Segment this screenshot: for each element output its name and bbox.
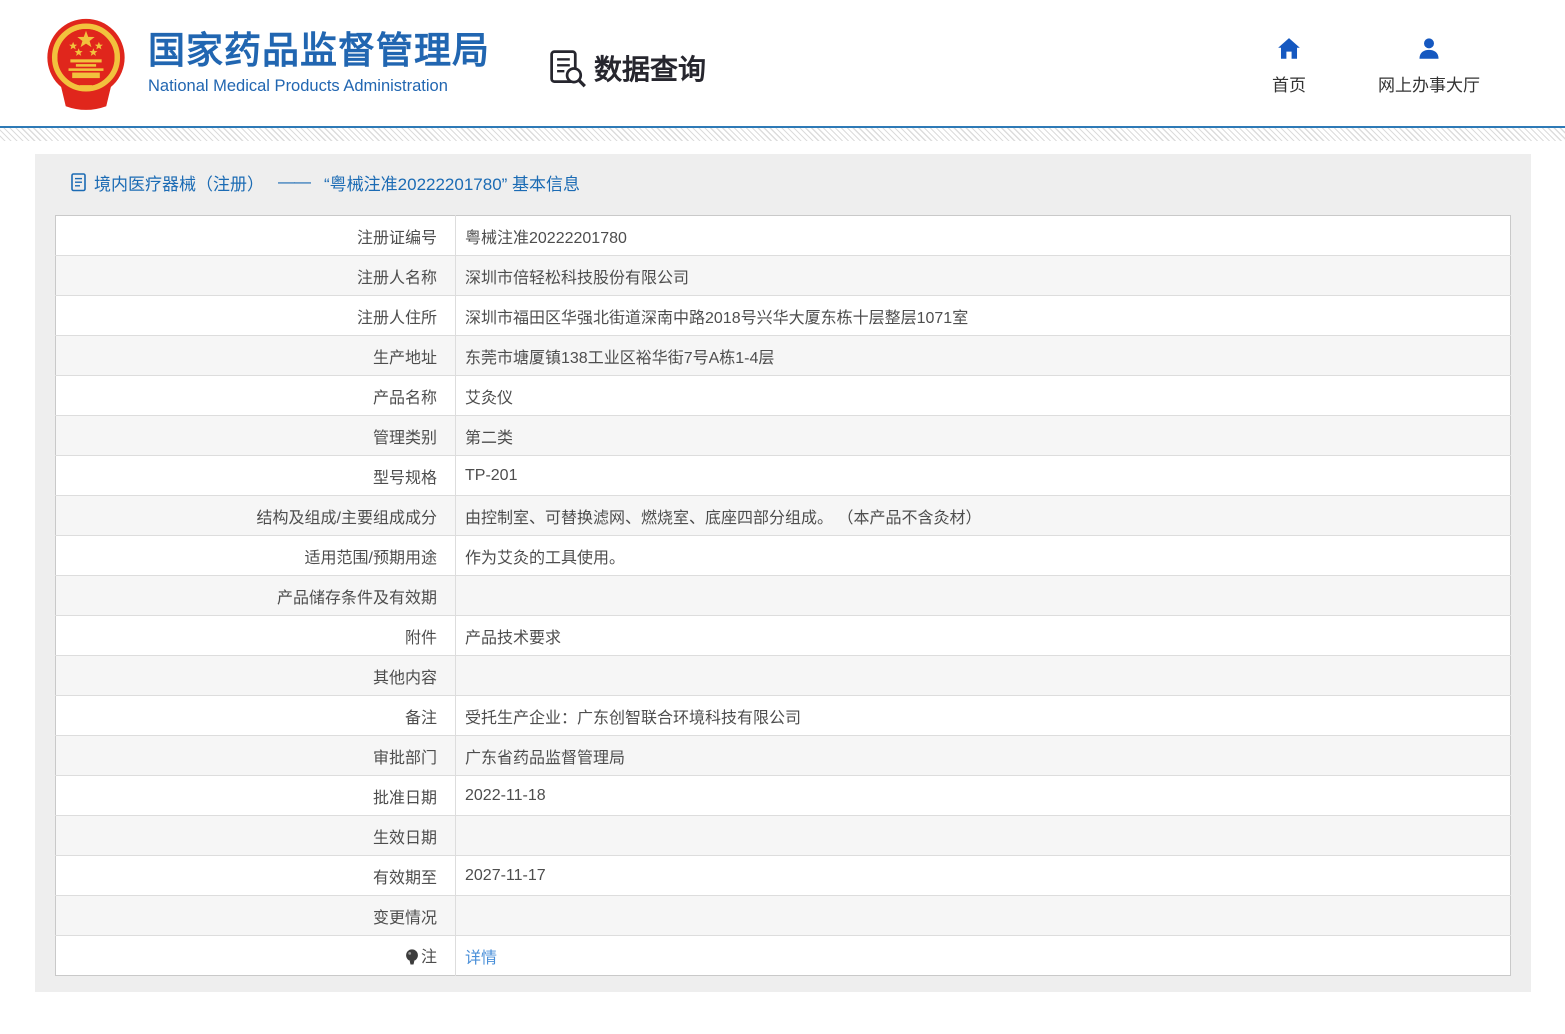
row-label: 变更情况 [56,896,456,936]
row-value: 深圳市倍轻松科技股份有限公司 [456,256,1511,296]
table-row: 附件 产品技术要求 [56,616,1511,656]
table-row-note: 注 详情 [56,936,1511,976]
table-row: 适用范围/预期用途 作为艾灸的工具使用。 [56,536,1511,576]
nav-home-label: 首页 [1272,71,1306,96]
row-value: 艾灸仪 [456,376,1511,416]
row-label: 生产地址 [56,336,456,376]
table-row: 备注 受托生产企业：广东创智联合环境科技有限公司 [56,696,1511,736]
table-row: 批准日期 2022-11-18 [56,776,1511,816]
table-row: 其他内容 [56,656,1511,696]
row-value: 粤械注准20222201780 [456,216,1511,256]
row-label: 其他内容 [56,656,456,696]
table-row: 生产地址 东莞市塘厦镇138工业区裕华街7号A栋1-4层 [56,336,1511,376]
table-row: 审批部门 广东省药品监督管理局 [56,736,1511,776]
data-query-section[interactable]: 数据查询 [548,48,706,88]
header-nav: 首页 网上办事大厅 [1272,36,1480,96]
table-row: 注册人名称 深圳市倍轻松科技股份有限公司 [56,256,1511,296]
data-query-label: 数据查询 [594,48,706,88]
nav-service-hall-label: 网上办事大厅 [1378,71,1480,96]
row-value: TP-201 [456,456,1511,496]
home-icon [1276,36,1302,62]
table-row: 产品名称 艾灸仪 [56,376,1511,416]
row-value: 由控制室、可替换滤网、燃烧室、底座四部分组成。 （本产品不含灸材） [456,496,1511,536]
user-icon [1416,36,1442,62]
row-label: 适用范围/预期用途 [56,536,456,576]
doc-search-icon [548,48,588,88]
row-label: 产品储存条件及有效期 [56,576,456,616]
row-value [456,656,1511,696]
row-value: 东莞市塘厦镇138工业区裕华街7号A栋1-4层 [456,336,1511,376]
row-label: 批准日期 [56,776,456,816]
table-row: 产品储存条件及有效期 [56,576,1511,616]
table-row: 结构及组成/主要组成成分 由控制室、可替换滤网、燃烧室、底座四部分组成。 （本产… [56,496,1511,536]
row-value [456,816,1511,856]
row-label: 注册人住所 [56,296,456,336]
table-row: 注册人住所 深圳市福田区华强北街道深南中路2018号兴华大厦东栋十层整层1071… [56,296,1511,336]
row-value: 作为艾灸的工具使用。 [456,536,1511,576]
nav-service-hall[interactable]: 网上办事大厅 [1378,36,1480,96]
row-label: 有效期至 [56,856,456,896]
note-label-text: 注 [421,943,437,967]
row-value: 受托生产企业：广东创智联合环境科技有限公司 [456,696,1511,736]
row-value: 广东省药品监督管理局 [456,736,1511,776]
row-label: 注册人名称 [56,256,456,296]
row-value: 2022-11-18 [456,776,1511,816]
row-label: 备注 [56,696,456,736]
row-label: 注册证编号 [56,216,456,256]
row-value: 2027-11-17 [456,856,1511,896]
title-dash: —— [278,172,310,192]
row-label: 结构及组成/主要组成成分 [56,496,456,536]
row-value [456,896,1511,936]
row-label: 管理类别 [56,416,456,456]
row-label: 产品名称 [56,376,456,416]
org-name-cn: 国家药品监督管理局 [148,30,490,73]
table-row: 型号规格 TP-201 [56,456,1511,496]
document-icon [71,173,87,192]
row-value [456,576,1511,616]
table-row: 变更情况 [56,896,1511,936]
nmpa-logo[interactable]: 国家药品监督管理局 National Medical Products Admi… [40,15,490,111]
row-value: 第二类 [456,416,1511,456]
row-label: 附件 [56,616,456,656]
title-detail: “粤械注准20222201780” 基本信息 [324,170,580,195]
title-category: 境内医疗器械（注册） [94,170,264,195]
org-name-en: National Medical Products Administration [148,77,490,96]
page-title: 境内医疗器械（注册） —— “粤械注准20222201780” 基本信息 [71,164,1511,200]
table-row: 生效日期 [56,816,1511,856]
table-row: 注册证编号 粤械注准20222201780 [56,216,1511,256]
hatch-stripe-band [0,128,1565,141]
nav-home[interactable]: 首页 [1272,36,1306,96]
row-label: 型号规格 [56,456,456,496]
row-label: 注 [56,936,456,976]
row-value: 产品技术要求 [456,616,1511,656]
content-panel: 境内医疗器械（注册） —— “粤械注准20222201780” 基本信息 注册证… [35,154,1531,992]
detail-link[interactable]: 详情 [465,950,497,967]
row-label: 审批部门 [56,736,456,776]
row-value: 详情 [456,936,1511,976]
table-row: 管理类别 第二类 [56,416,1511,456]
table-row: 有效期至 2027-11-17 [56,856,1511,896]
row-label: 生效日期 [56,816,456,856]
nmpa-emblem-icon [40,15,132,111]
bulb-icon [405,948,419,966]
site-header: 国家药品监督管理局 National Medical Products Admi… [0,0,1565,126]
row-value: 深圳市福田区华强北街道深南中路2018号兴华大厦东栋十层整层1071室 [456,296,1511,336]
registration-info-table: 注册证编号 粤械注准20222201780 注册人名称 深圳市倍轻松科技股份有限… [55,215,1511,976]
